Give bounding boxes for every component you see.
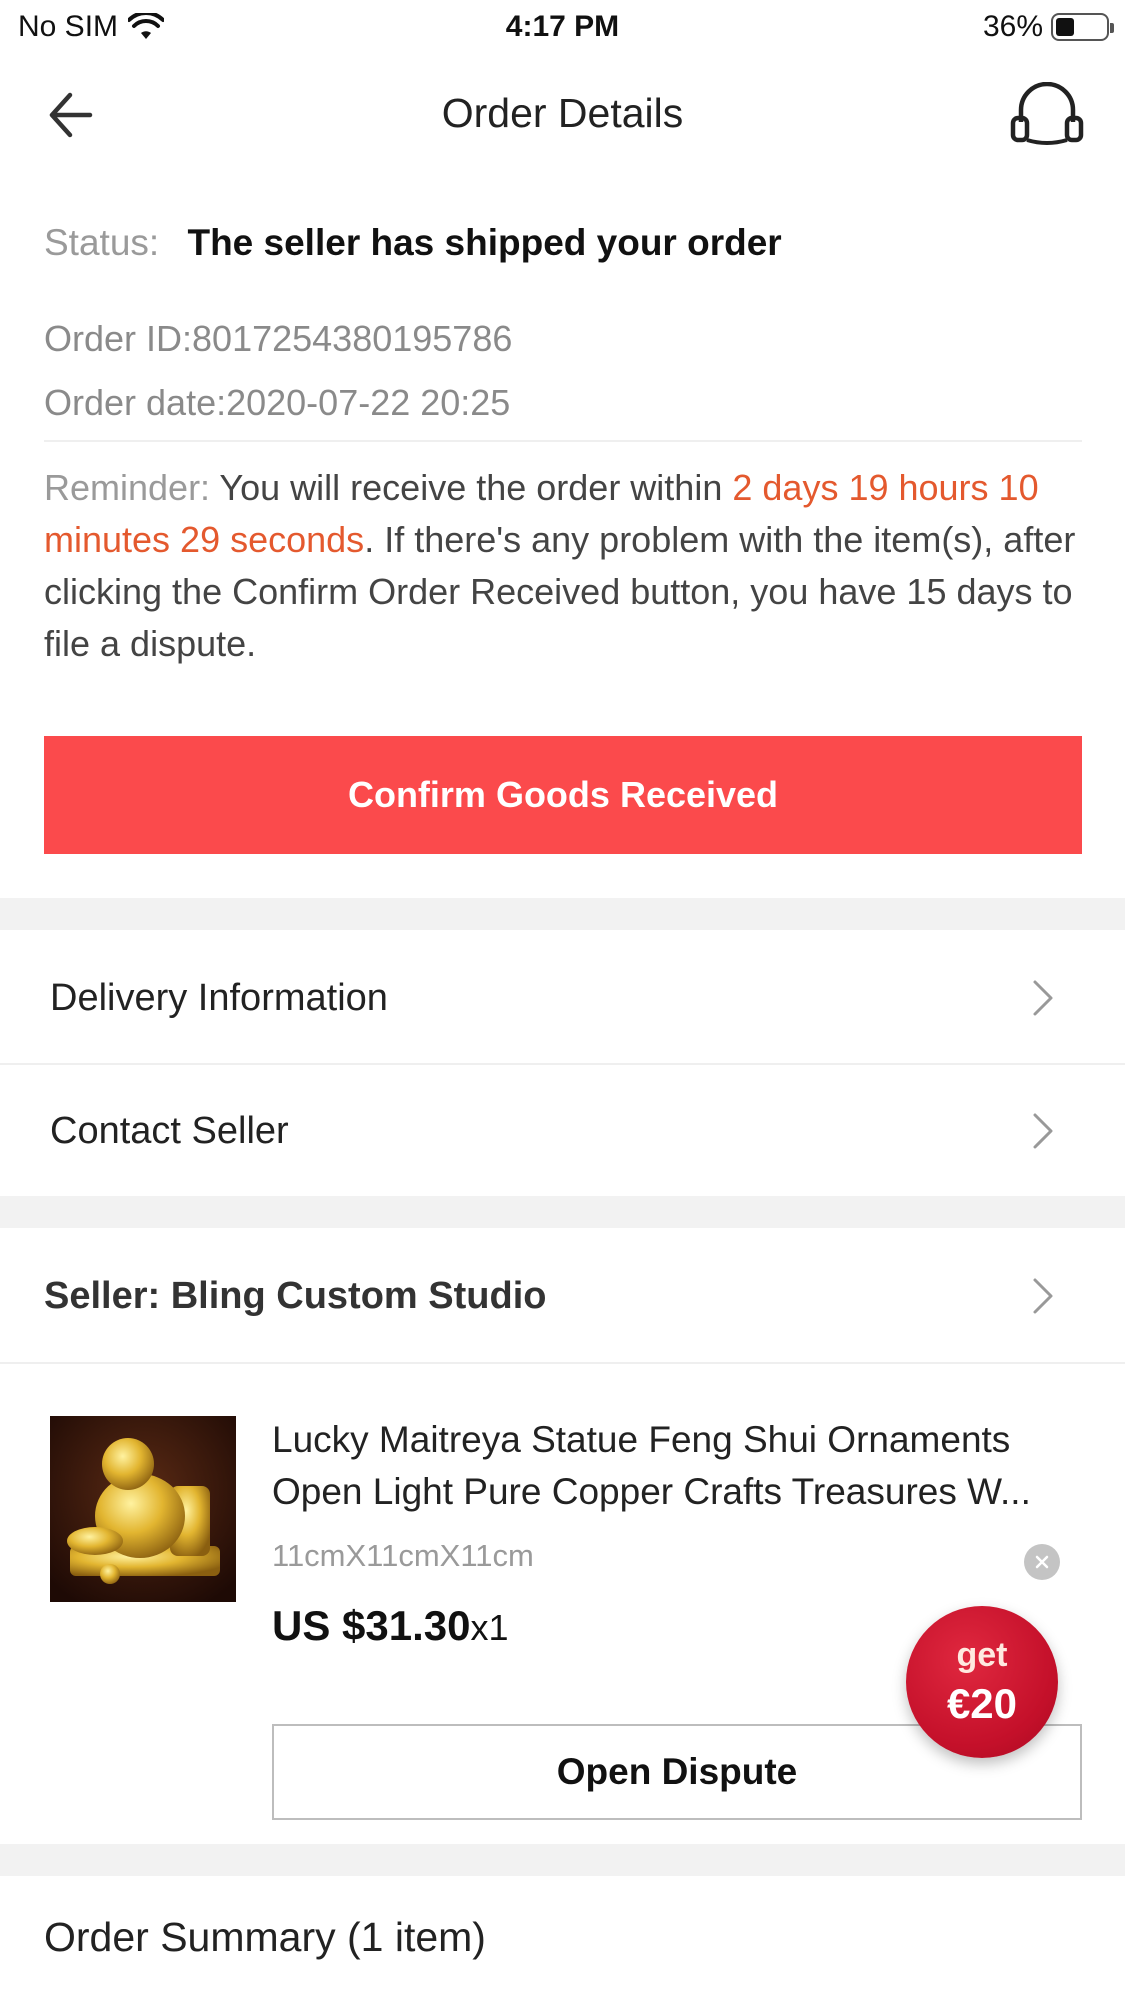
price-value: US $31.30 [272,1602,471,1649]
product-image[interactable] [50,1416,236,1602]
section-gap [0,898,1125,930]
nav-header: Order Details [0,60,1125,170]
chevron-right-icon [1033,1113,1053,1149]
row-contact-seller[interactable]: Contact Seller [0,1065,1125,1197]
clock: 4:17 PM [505,10,620,43]
page-title: Order Details [441,90,684,136]
status-value: The seller has shipped your order [187,222,782,263]
reminder-label: Reminder: [44,467,211,508]
section-gap [0,1196,1125,1228]
order-status: Status: The seller has shipped your orde… [44,222,782,264]
row-seller[interactable]: Seller: Bling Custom Studio [0,1230,1125,1362]
chevron-right-icon [1033,1278,1053,1314]
product-title[interactable]: Lucky Maitreya Statue Feng Shui Ornament… [272,1414,1072,1518]
confirm-goods-received-button[interactable]: Confirm Goods Received [44,736,1082,854]
product-sku: 11cmX11cmX11cm [272,1538,534,1573]
status-bar: No SIM 4:17 PM 36% [0,0,1125,60]
row-label: Contact Seller [50,1109,289,1152]
row-delivery-information[interactable]: Delivery Information [0,932,1125,1064]
order-id: Order ID:8017254380195786 [44,318,513,359]
reminder-text-before: You will receive the order within [219,467,723,508]
seller-name: Seller: Bling Custom Studio [44,1274,547,1317]
product-price: US $31.30x1 [272,1602,509,1650]
battery-icon [1051,13,1114,41]
reminder-text: Reminder: You will receive the order wit… [44,462,1084,670]
divider [0,1362,1125,1364]
chevron-right-icon [1033,980,1053,1016]
battery-group: 36% [982,10,1114,44]
close-icon[interactable] [1024,1544,1060,1580]
row-label: Delivery Information [50,976,388,1019]
order-summary-title: Order Summary (1 item) [44,1914,486,1960]
battery-percent: 36% [982,10,1043,43]
coupon-line1: get [956,1636,1008,1674]
section-gap [0,1844,1125,1876]
order-date: Order date:2020-07-22 20:25 [44,382,511,423]
coupon-badge[interactable]: get €20 [906,1606,1058,1758]
divider [44,440,1082,442]
coupon-amount: €20 [946,1680,1018,1727]
headset-icon[interactable] [1007,82,1087,148]
quantity: x1 [470,1607,509,1648]
status-label: Status: [44,222,160,263]
